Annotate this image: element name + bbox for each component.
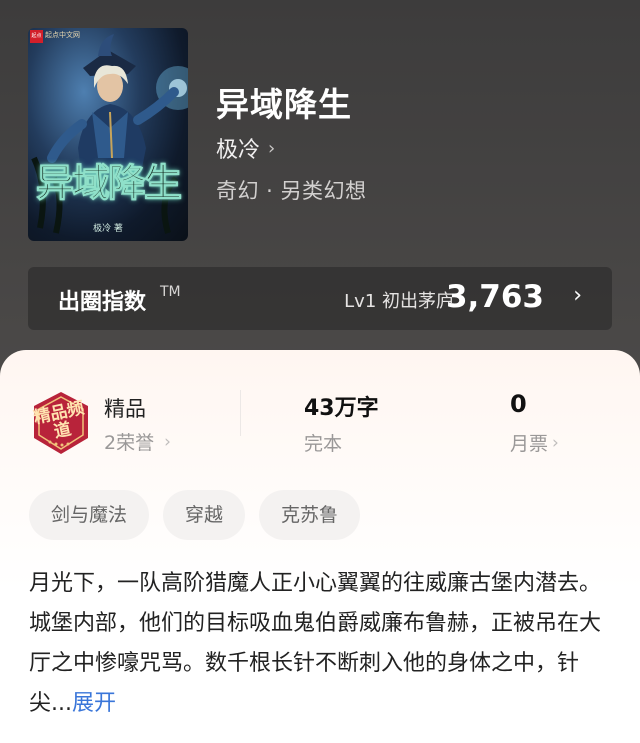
book-cover[interactable]: 起点 起点中文网 异域降生 极冷 著 — [28, 28, 188, 241]
publisher-logo: 起点 — [30, 30, 43, 43]
monthly-ticket-label: 月票 — [510, 433, 549, 455]
tag-chip[interactable]: 克苏鲁 — [259, 490, 361, 540]
quality-label: 精品 — [104, 397, 146, 421]
quality-badge-icon: 精品频道 — [28, 390, 94, 456]
tag-chip[interactable]: 剑与魔法 — [29, 490, 150, 540]
cover-title: 异域降生 — [35, 160, 182, 206]
chevron-right-icon: › — [164, 431, 171, 452]
chevron-right-icon: › — [573, 283, 582, 308]
chevron-right-icon: › — [268, 137, 276, 159]
monthly-ticket-link[interactable]: 月票 › — [510, 429, 559, 456]
publisher-name: 起点中文网 — [45, 31, 80, 39]
stats-divider — [240, 390, 241, 436]
expand-link[interactable]: 展开 — [72, 691, 116, 716]
popularity-index-bar[interactable]: 出圈指数 TM Lv1 初出茅庐 3,763 › — [28, 267, 612, 330]
cover-art — [31, 34, 188, 234]
index-value: 3,763 — [445, 279, 544, 315]
tag-list: 剑与魔法 穿越 克苏鲁 — [29, 490, 361, 540]
book-header: 起点 起点中文网 异域降生 极冷 著 异域降生 极冷 › 奇幻 · 另类幻想 出… — [0, 0, 640, 350]
cover-author: 极冷 著 — [93, 224, 123, 234]
author-link[interactable]: 极冷 › — [216, 132, 275, 164]
book-title: 异域降生 — [216, 85, 352, 124]
honor-count: 2荣誉 — [104, 432, 155, 454]
tag-chip[interactable]: 穿越 — [163, 490, 246, 540]
word-count: 43万字 — [304, 396, 379, 421]
index-level: Lv1 初出茅庐 — [344, 291, 454, 312]
completion-status: 完本 — [304, 433, 343, 455]
index-label: 出圈指数 — [58, 290, 147, 315]
monthly-ticket-count: 0 — [510, 390, 527, 418]
author-name: 极冷 — [216, 138, 261, 163]
honor-link[interactable]: 2荣誉 › — [104, 428, 171, 455]
book-summary: 月光下，一队高阶猎魔人正小心翼翼的往威廉古堡内潜去。城堡内部，他们的目标吸血鬼伯… — [29, 564, 604, 724]
quality-badge-text: 精品频道 — [31, 398, 86, 443]
chevron-right-icon: › — [552, 432, 559, 453]
book-genre[interactable]: 奇幻 · 另类幻想 — [216, 175, 367, 205]
book-detail-card: 精品频道 精品 2荣誉 › 43万字 完本 0 月票 › 剑与魔法 穿越 克苏鲁… — [0, 350, 640, 743]
trademark-mark: TM — [160, 284, 181, 300]
